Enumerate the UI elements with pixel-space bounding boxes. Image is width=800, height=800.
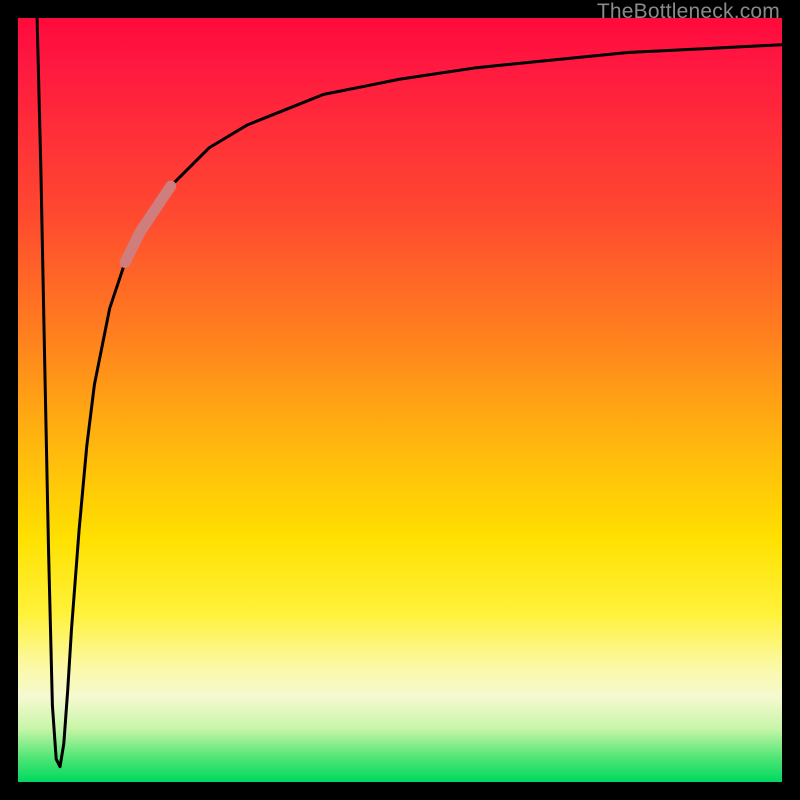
chart-frame: TheBottleneck.com (0, 0, 800, 800)
attribution-watermark: TheBottleneck.com (597, 0, 780, 24)
curve-line (37, 18, 782, 767)
bottleneck-curve (18, 18, 782, 782)
curve-highlight-segment (125, 186, 171, 262)
